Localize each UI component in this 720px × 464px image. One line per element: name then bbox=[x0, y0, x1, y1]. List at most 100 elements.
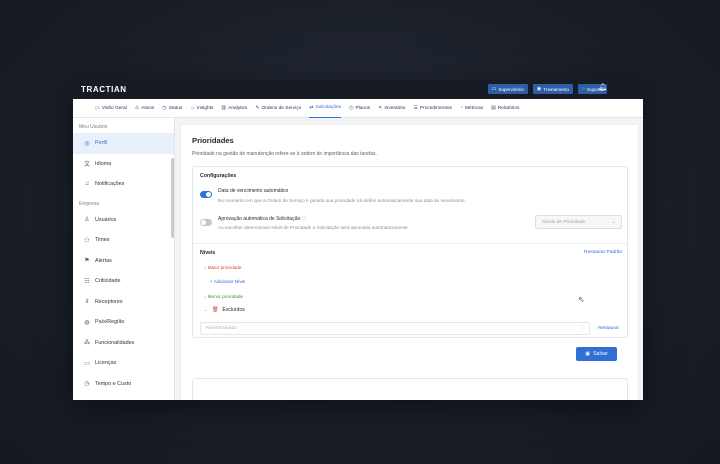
nav-label: Procedimentos bbox=[419, 105, 452, 111]
next-card bbox=[192, 378, 628, 400]
sidebar-item-tempo-e-custo[interactable]: ◷ Tempo e Custo bbox=[73, 374, 174, 395]
config-title: Configurações bbox=[200, 173, 237, 179]
nav-status[interactable]: ◷ Status bbox=[162, 99, 182, 118]
sidebar-item-alertas[interactable]: ⚑ Alertas bbox=[73, 251, 174, 272]
sidebar-item-label: País/Região bbox=[95, 319, 125, 326]
topbar-actions: ▭ Supervisório ◉ Treinamento ◌ Suporte bbox=[487, 84, 607, 94]
nav-relatorios[interactable]: ▤ Relatórios bbox=[491, 99, 519, 118]
nav-insights[interactable]: ☼ Insights bbox=[190, 99, 213, 118]
auto-approval-toggle[interactable] bbox=[200, 219, 212, 226]
sidebar-item-pais-regiao[interactable]: ◍ País/Região bbox=[73, 312, 174, 333]
trash-icon: 🗑︎ bbox=[211, 307, 219, 313]
clock-icon: ◴ bbox=[349, 105, 354, 111]
nav-metricas[interactable]: ◔ Métricas bbox=[460, 99, 483, 118]
nav-analytics[interactable]: ▥ Analytics bbox=[221, 99, 247, 118]
min-priority-text: Menor prioridade bbox=[207, 294, 244, 299]
excluded-toggle[interactable]: ⌄ 🗑︎ Excluídos bbox=[204, 307, 245, 313]
nav-label: Insights bbox=[196, 105, 214, 111]
sidebar-item-times[interactable]: ⚇ Times bbox=[73, 230, 174, 251]
nav-ordens-de-servico[interactable]: ✎ Ordens de Serviço bbox=[255, 99, 301, 118]
sidebar-item-label: Alertas bbox=[95, 257, 112, 264]
chevron-down-icon: ⌄ bbox=[611, 219, 616, 225]
sidebar-item-label: Perfil bbox=[95, 140, 108, 147]
bulb-icon: ☼ bbox=[190, 105, 195, 111]
mouse-cursor-icon: ⇖ bbox=[578, 295, 585, 304]
auto-due-date-desc: No momento em que a Ordem de Serviço é g… bbox=[218, 198, 466, 203]
license-icon: ▭ bbox=[84, 360, 90, 367]
sidebar-item-label: Funcionalidades bbox=[95, 339, 135, 346]
nav-label: Ordens de Serviço bbox=[261, 105, 302, 111]
excluded-level-placeholder: Nível Excluído bbox=[206, 326, 237, 331]
nav-inventario[interactable]: ✕ Inventário bbox=[378, 99, 405, 118]
auto-approval-title: Aprovação automática de Solicitação ⓘ bbox=[218, 215, 307, 222]
globe-icon: ◍ bbox=[84, 319, 90, 326]
nav-label: Ativos bbox=[141, 105, 155, 111]
status-icon: ◷ bbox=[162, 105, 167, 111]
sidebar-item-idioma[interactable]: 文 Idioma bbox=[73, 154, 174, 175]
sidebar-item-perfil[interactable]: ◎ Perfil bbox=[73, 133, 174, 154]
sidebar-item-criticidade[interactable]: ☷ Criticidade bbox=[73, 271, 174, 292]
nav-procedimentos[interactable]: ☰ Procedimentos bbox=[413, 99, 451, 118]
report-icon: ▤ bbox=[491, 105, 496, 111]
sidebar-item-notificacoes[interactable]: ♫ Notificações bbox=[73, 174, 174, 195]
time-icon: ◷ bbox=[84, 381, 90, 388]
save-label: Salvar bbox=[593, 351, 608, 357]
monitor-icon: ▭ bbox=[491, 86, 497, 92]
supervisorio-button[interactable]: ▭ Supervisório bbox=[487, 84, 528, 94]
sidebar-scrollbar[interactable] bbox=[171, 158, 174, 238]
add-level-button[interactable]: + Adicionar Nível bbox=[210, 279, 245, 284]
sidebar-item-label: Licenças bbox=[95, 360, 117, 367]
sidebar-item-label: Times bbox=[95, 237, 110, 244]
save-icon: ▣ bbox=[585, 351, 591, 357]
sidebar-item-licencas[interactable]: ▭ Licenças bbox=[73, 353, 174, 374]
config-card: Configurações Data de vencimento automát… bbox=[192, 166, 629, 338]
restore-default-link[interactable]: Restaurar Padrão bbox=[584, 250, 622, 255]
excluded-level-field[interactable]: Nível Excluído ☆ bbox=[200, 322, 590, 335]
nav-label: Planos bbox=[355, 105, 371, 111]
page-subtitle: Prioridade na gestão de manutenção refer… bbox=[192, 151, 377, 157]
priority-level-select[interactable]: Níveis de Prioridade ⌄ bbox=[535, 215, 622, 229]
features-icon: ⁂ bbox=[84, 340, 90, 347]
sidebar-item-receptores[interactable]: ıl Receptores bbox=[73, 292, 174, 313]
add-level-text: Adicionar Nível bbox=[213, 279, 246, 284]
criticality-icon: ☷ bbox=[84, 278, 90, 285]
receptor-icon: ıl bbox=[85, 298, 89, 305]
nav-ativos[interactable]: ⚠ Ativos bbox=[135, 99, 155, 118]
sidebar-item-label: Idioma bbox=[95, 160, 112, 167]
sidebar-item-label: Criticidade bbox=[95, 278, 121, 285]
chart-icon: ▥ bbox=[221, 105, 227, 111]
max-priority-label: ↑ Maior prioridade bbox=[204, 265, 242, 270]
save-button[interactable]: ▣ Salvar bbox=[576, 347, 617, 361]
sidebar-section-company: Empresa bbox=[79, 200, 100, 207]
sidebar-item-usuarios[interactable]: ♙ Usuários bbox=[73, 210, 174, 231]
levels-title: Níveis bbox=[200, 250, 216, 256]
topbar: TRACTIAN ▭ Supervisório ◉ Treinamento ◌ … bbox=[73, 80, 643, 99]
nav-label: Status bbox=[168, 105, 183, 111]
info-icon: ⓘ bbox=[301, 216, 307, 222]
tools-icon: ✕ bbox=[378, 105, 383, 111]
min-priority-label: ↓ Menor prioridade bbox=[204, 294, 243, 299]
sidebar-item-label: Receptores bbox=[95, 298, 123, 305]
nav-solicitacoes[interactable]: ⇄ Solicitações bbox=[309, 99, 342, 118]
nav-planos[interactable]: ◴ Planos bbox=[349, 99, 370, 118]
sidebar-item-funcionalidades[interactable]: ⁂ Funcionalidades bbox=[73, 333, 174, 354]
bell-icon[interactable]: 🔔︎ bbox=[598, 83, 607, 91]
auto-due-date-title: Data de vencimento automático bbox=[218, 188, 289, 194]
chevron-down-icon: ⌄ bbox=[204, 307, 208, 312]
nav-label: Solicitações bbox=[315, 105, 342, 110]
restore-link[interactable]: Restaurar bbox=[598, 326, 619, 331]
sidebar-item-label: Tempo e Custo bbox=[95, 380, 132, 387]
max-priority-text: Maior prioridade bbox=[207, 265, 242, 270]
auto-due-date-toggle[interactable] bbox=[200, 191, 212, 198]
priorities-panel: Prioridades Prioridade na gestão de manu… bbox=[180, 124, 639, 400]
user-icon: ♙ bbox=[84, 217, 90, 224]
nav-visao-geral[interactable]: ▭ Visão Geral bbox=[95, 99, 127, 118]
team-icon: ⚇ bbox=[84, 237, 90, 244]
request-icon: ⇄ bbox=[309, 104, 314, 111]
treinamento-button[interactable]: ◉ Treinamento bbox=[532, 84, 573, 94]
main-nav: ▭ Visão Geral ⚠ Ativos ◷ Status ☼ Insights ▥… bbox=[73, 99, 643, 118]
auto-approval-label: Aprovação automática de Solicitação bbox=[218, 216, 301, 222]
treinamento-label: Treinamento bbox=[543, 86, 569, 92]
chat-icon: ◌ bbox=[581, 86, 585, 92]
star-icon: ☆ bbox=[580, 325, 585, 331]
